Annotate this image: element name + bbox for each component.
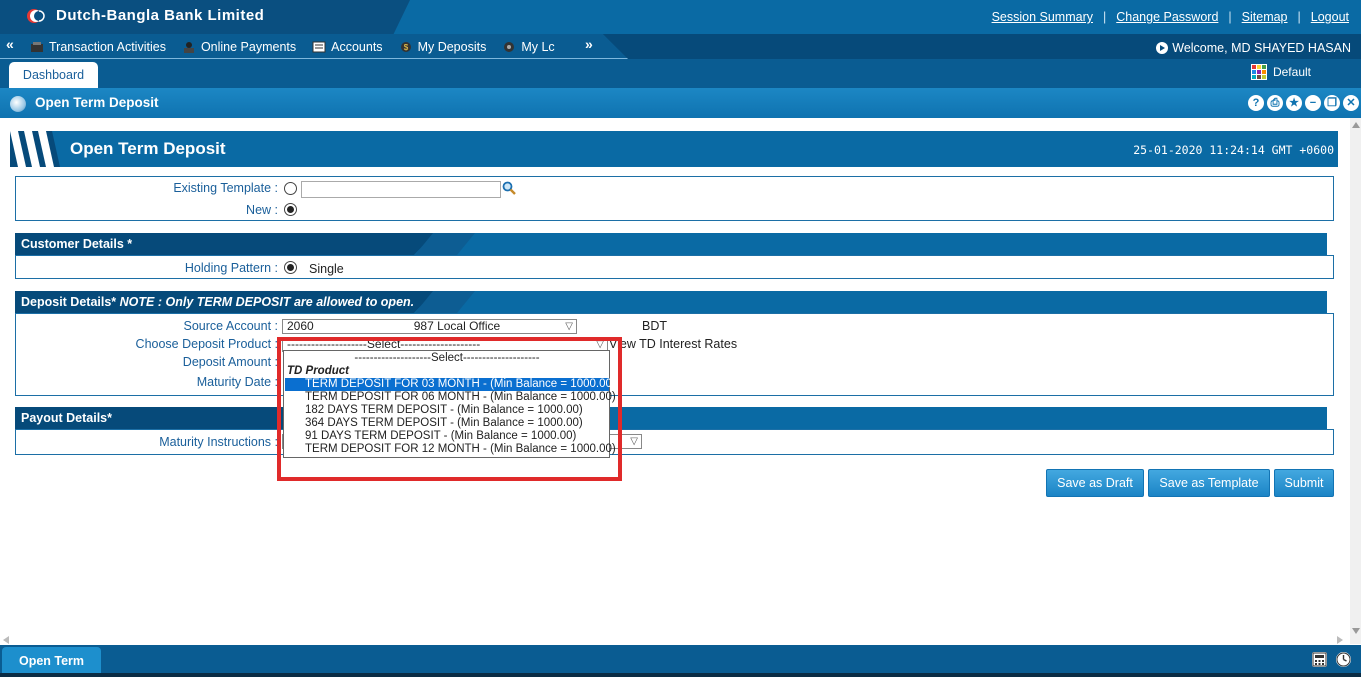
print-icon[interactable]: ⎙: [1267, 95, 1283, 111]
tab-bar: Dashboard Default: [0, 59, 1361, 88]
bank-logo-icon: [27, 9, 45, 23]
chevron-down-icon: ▽: [565, 321, 573, 332]
play-icon: [1156, 42, 1169, 54]
close-icon[interactable]: ✕: [1343, 95, 1359, 111]
customer-details-header: Customer Details *: [15, 233, 1327, 255]
footer-bottom-strip: [0, 673, 1361, 677]
save-as-template-button[interactable]: Save as Template: [1148, 469, 1270, 497]
save-as-draft-button[interactable]: Save as Draft: [1046, 469, 1144, 497]
menu-scroll-right-icon[interactable]: »: [585, 36, 593, 52]
menu-transaction-activities[interactable]: Transaction Activities: [30, 40, 166, 54]
deposit-heading: Deposit Details*: [21, 295, 117, 309]
maturity-date-label: Maturity Date :: [196, 375, 278, 389]
chevron-down-icon: ▽: [630, 436, 638, 447]
menu-my-deposits[interactable]: $ My Deposits: [399, 40, 486, 54]
globe-icon: [10, 96, 26, 112]
deposit-product-label: Choose Deposit Product :: [135, 337, 278, 351]
accounts-icon: [312, 41, 326, 53]
clock-icon[interactable]: [1336, 652, 1351, 667]
window-buttons: ? ⎙ ★ − ❐ ✕: [1248, 95, 1359, 111]
sitemap-link[interactable]: Sitemap: [1232, 10, 1298, 24]
menu-my-lc[interactable]: My Lc: [502, 40, 555, 54]
existing-template-radio[interactable]: [284, 182, 297, 195]
bank-name: Dutch-Bangla Bank Limited: [56, 7, 265, 24]
source-account-label: Source Account :: [183, 319, 278, 333]
payout-details-header: Payout Details*: [15, 407, 1327, 429]
deposit-amount-label: Deposit Amount :: [182, 355, 278, 369]
highlight-box: [277, 337, 622, 481]
scroll-right-icon[interactable]: [1337, 636, 1343, 644]
source-account-select[interactable]: 2060 987 Local Office ▽: [282, 319, 577, 334]
transaction-icon: [31, 42, 43, 52]
form-title: Open Term Deposit: [70, 139, 226, 158]
form-datetime: 25-01-2020 11:24:14 GMT +0600: [1133, 143, 1334, 157]
holding-pattern-label: Holding Pattern :: [184, 261, 278, 275]
new-radio[interactable]: [284, 203, 297, 216]
favorite-icon[interactable]: ★: [1286, 95, 1302, 111]
open-term-tab[interactable]: Open Term: [2, 647, 101, 673]
top-links: Session Summary | Change Password | Sitema…: [982, 10, 1359, 24]
menu-accounts[interactable]: Accounts: [312, 40, 383, 54]
scroll-up-icon[interactable]: [1352, 122, 1360, 128]
change-password-link[interactable]: Change Password: [1106, 10, 1228, 24]
deposit-details-header: Deposit Details* NOTE : Only TERM DEPOSI…: [15, 291, 1327, 313]
main-menu: Transaction Activities Online Payments A…: [30, 40, 555, 54]
top-header: Dutch-Bangla Bank Limited Session Summar…: [0, 0, 1361, 34]
theme-grid-icon: [1250, 64, 1267, 80]
new-label: New :: [246, 203, 278, 217]
holding-pattern-value: Single: [309, 262, 344, 276]
restore-icon[interactable]: ❐: [1324, 95, 1340, 111]
payments-icon: [183, 42, 194, 53]
theme-selector[interactable]: Default: [1250, 64, 1311, 80]
deposit-note: NOTE : Only TERM DEPOSIT are allowed to …: [119, 295, 415, 309]
session-summary-link[interactable]: Session Summary: [982, 10, 1103, 24]
main-menu-bar: « Transaction Activities Online Payments…: [0, 34, 1361, 59]
lc-icon: [504, 42, 515, 52]
submit-button[interactable]: Submit: [1274, 469, 1334, 497]
existing-template-label: Existing Template :: [173, 181, 278, 195]
vertical-scrollbar[interactable]: [1350, 118, 1361, 644]
menu-scroll-left-icon[interactable]: «: [6, 36, 14, 52]
header-stripes-icon: [10, 131, 70, 167]
menu-online-payments[interactable]: Online Payments: [182, 40, 296, 54]
content-area: Open Term Deposit 25-01-2020 11:24:14 GM…: [0, 118, 1350, 644]
search-icon[interactable]: [502, 181, 516, 195]
brand-area: Dutch-Bangla Bank Limited: [0, 0, 410, 34]
maturity-instructions-label: Maturity Instructions :: [159, 435, 278, 449]
view-interest-rates-link[interactable]: View TD Interest Rates: [609, 337, 737, 351]
scroll-down-icon[interactable]: [1352, 628, 1360, 634]
tab-dashboard[interactable]: Dashboard: [9, 62, 98, 88]
deposits-icon: $: [400, 42, 411, 52]
section-title: Open Term Deposit: [35, 95, 159, 110]
calculator-icon[interactable]: [1312, 652, 1327, 667]
minimize-icon[interactable]: −: [1305, 95, 1321, 111]
template-search-input[interactable]: [301, 181, 501, 198]
logout-link[interactable]: Logout: [1301, 10, 1359, 24]
section-title-bar: Open Term Deposit ? ⎙ ★ − ❐ ✕: [0, 88, 1361, 118]
currency-label: BDT: [642, 319, 667, 333]
welcome-text: Welcome, MD SHAYED HASAN: [1156, 41, 1351, 55]
svg-text:$: $: [403, 43, 408, 52]
help-icon[interactable]: ?: [1248, 95, 1264, 111]
scroll-left-icon[interactable]: [3, 636, 9, 644]
form-header: Open Term Deposit 25-01-2020 11:24:14 GM…: [10, 131, 1338, 167]
holding-single-radio[interactable]: [284, 261, 297, 274]
